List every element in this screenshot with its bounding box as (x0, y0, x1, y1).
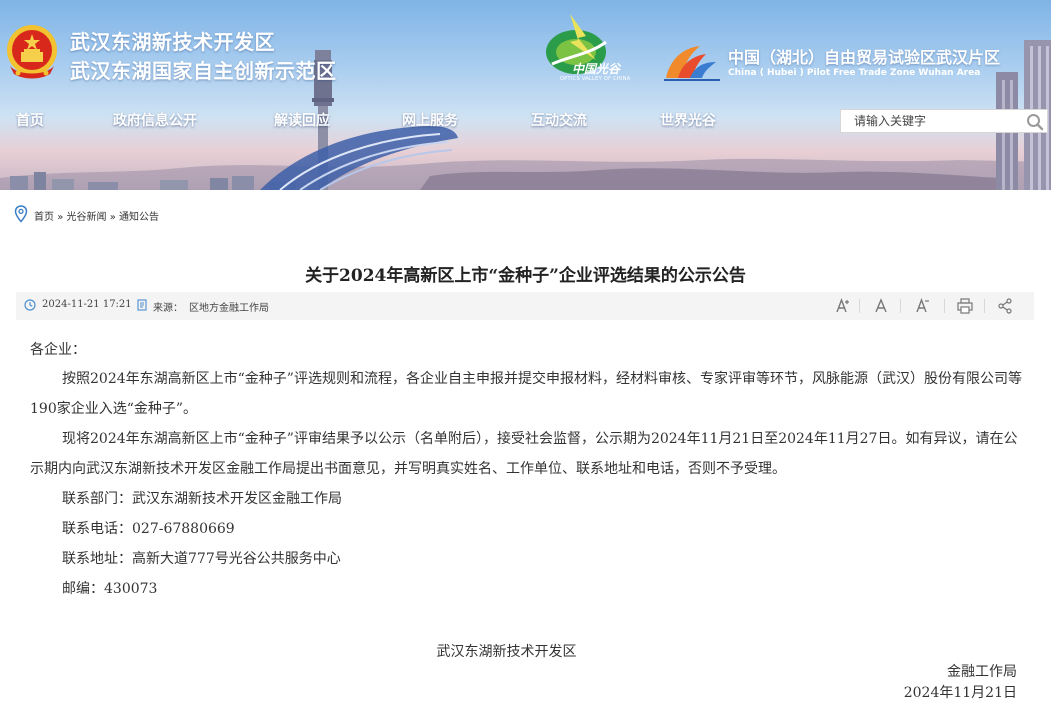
ftz-logo-icon (664, 46, 720, 81)
toolbar-divider (944, 299, 945, 313)
breadcrumb-separator: » (109, 212, 116, 223)
breadcrumb-news[interactable]: 光谷新闻 (67, 212, 107, 223)
optics-valley-logo-en: OPTICS VALLEY OF CHINA (560, 76, 631, 82)
search-input[interactable] (841, 110, 1034, 132)
signature-department: 金融工作局 (947, 664, 1017, 680)
contact-phone: 联系电话：027-67880669 (62, 521, 235, 537)
search-box (840, 109, 1048, 133)
nav-item-world-optics-valley[interactable]: 世界光谷 (660, 110, 716, 130)
font-increase-icon[interactable] (834, 297, 852, 315)
print-icon[interactable] (956, 297, 974, 315)
site-title-line2: 武汉东湖国家自主创新示范区 (70, 59, 337, 83)
breadcrumb-separator: » (57, 212, 64, 223)
toolbar-divider (859, 299, 860, 313)
nav-item-interaction[interactable]: 互动交流 (531, 110, 587, 130)
breadcrumb-notices[interactable]: 通知公告 (119, 212, 159, 223)
nav-item-home[interactable]: 首页 (16, 110, 44, 130)
article-source-label: 来源： (153, 303, 183, 314)
article-date: 2024-11-21 17:21 (42, 299, 132, 310)
site-header: 武汉东湖新技术开发区 武汉东湖国家自主创新示范区 中国光谷 OPTICS VAL… (0, 0, 1051, 190)
location-pin-icon (14, 205, 28, 223)
article-paragraph: 现将2024年东湖高新区上市“金种子”评审结果予以公示（名单附后），接受社会监督… (30, 431, 1018, 477)
font-reset-icon[interactable] (872, 297, 890, 315)
toolbar-divider (900, 299, 901, 313)
site-title: 武汉东湖新技术开发区 武汉东湖国家自主创新示范区 (70, 28, 337, 86)
nav-item-online-service[interactable]: 网上服务 (402, 110, 458, 130)
signature-date: 2024年11月21日 (903, 685, 1017, 701)
optics-valley-logo-cn: 中国光谷 (572, 62, 621, 76)
site-title-line1: 武汉东湖新技术开发区 (70, 30, 275, 54)
ftz-title-cn: 中国（湖北）自由贸易试验区武汉片区 (728, 48, 1001, 67)
article-salutation: 各企业： (30, 342, 86, 358)
font-decrease-icon[interactable] (914, 297, 932, 315)
article-meta-bar: 2024-11-21 17:21 来源： 区地方金融工作局 (16, 292, 1034, 320)
toolbar-divider (984, 299, 985, 313)
article-title: 关于2024年高新区上市“金种子”企业评选结果的公示公告 (305, 266, 746, 286)
article-paragraph: 按照2024年东湖高新区上市“金种子”评选规则和流程，各企业自主申报并提交申报材… (30, 371, 1022, 417)
article-source: 区地方金融工作局 (189, 303, 269, 314)
contact-postcode: 邮编：430073 (62, 581, 158, 597)
ftz-title-en: China ( Hubei ) Pilot Free Trade Zone Wu… (728, 68, 981, 78)
signature-organization: 武汉东湖新技术开发区 (436, 644, 577, 660)
breadcrumb-home[interactable]: 首页 (34, 212, 54, 223)
clock-icon (24, 299, 36, 311)
nav-item-gov-info[interactable]: 政府信息公开 (113, 110, 197, 130)
national-emblem-icon (7, 25, 57, 79)
article-body: 各企业： 按照2024年东湖高新区上市“金种子”评选规则和流程，各企业自主申报并… (30, 336, 1022, 604)
main-nav: 首页 政府信息公开 解读回应 网上服务 互动交流 世界光谷 (0, 104, 830, 138)
share-icon[interactable] (996, 297, 1014, 315)
contact-address: 联系地址：高新大道777号光谷公共服务中心 (62, 551, 341, 567)
contact-department: 联系部门：武汉东湖新技术开发区金融工作局 (62, 491, 342, 507)
search-icon[interactable] (1025, 112, 1045, 132)
nav-item-interpretation[interactable]: 解读回应 (274, 110, 330, 130)
source-document-icon (137, 299, 147, 311)
